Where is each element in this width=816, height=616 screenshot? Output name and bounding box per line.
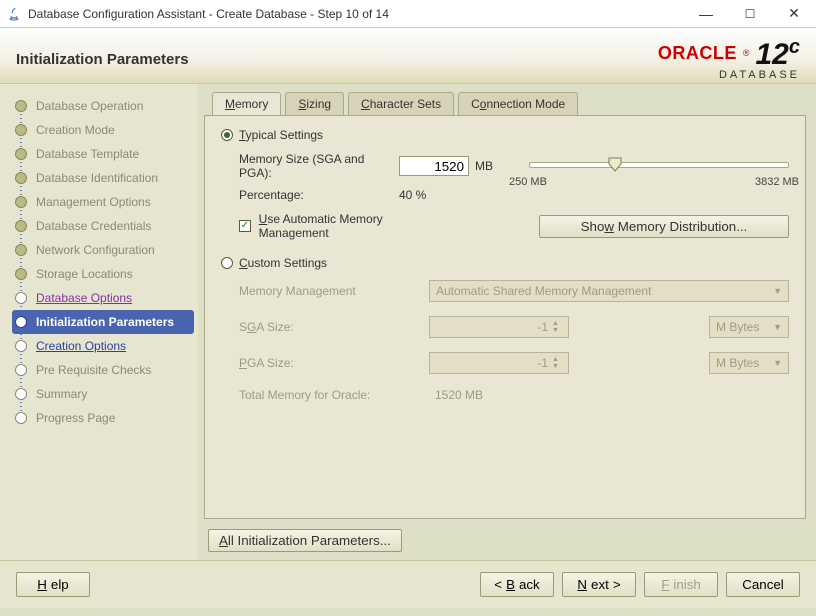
brand-reg: ® <box>743 49 750 58</box>
chevron-down-icon: ▼ <box>773 358 782 368</box>
sidebar-step: Summary <box>12 382 194 406</box>
sidebar-step: Database Template <box>12 142 194 166</box>
sidebar-step: Storage Locations <box>12 262 194 286</box>
sidebar-step: Database Operation <box>12 94 194 118</box>
sidebar-step[interactable]: Creation Options <box>12 334 194 358</box>
java-icon <box>6 6 22 22</box>
pga-size-input: -1 ▲▼ <box>429 352 569 374</box>
memory-size-unit: MB <box>475 159 493 173</box>
sidebar-step: Network Configuration <box>12 238 194 262</box>
wizard-footer: Help < Back Next > Finish Cancel <box>0 560 816 608</box>
sga-size-label: SGA Size: <box>239 320 429 334</box>
content-area: Memory Sizing Character Sets Connection … <box>198 84 816 560</box>
wizard-sidebar: Database OperationCreation ModeDatabase … <box>0 84 198 560</box>
custom-label: Custom Settings <box>239 256 327 270</box>
page-header: Initialization Parameters ORACLE ® 12c D… <box>0 28 816 84</box>
sidebar-step: Management Options <box>12 190 194 214</box>
back-button[interactable]: < Back <box>480 572 554 597</box>
chevron-down-icon: ▼ <box>773 286 782 296</box>
page-title: Initialization Parameters <box>16 51 189 68</box>
total-memory-value: 1520 MB <box>429 388 789 402</box>
sidebar-step: Creation Mode <box>12 118 194 142</box>
brand-oracle: ORACLE <box>658 44 737 63</box>
tab-connection-mode[interactable]: Connection Mode <box>458 92 578 115</box>
radio-icon <box>221 129 233 141</box>
window-title: Database Configuration Assistant - Creat… <box>28 7 389 21</box>
maximize-button[interactable]: ☐ <box>728 0 772 28</box>
use-amm-checkbox[interactable]: ✓ Use Automatic Memory Management <box>239 212 449 240</box>
brand-version: 12c <box>756 37 801 71</box>
memory-management-label: Memory Management <box>239 284 429 298</box>
sidebar-step: Database Identification <box>12 166 194 190</box>
tab-memory[interactable]: Memory <box>212 92 281 115</box>
close-button[interactable]: ✕ <box>772 0 816 28</box>
chevron-down-icon: ▼ <box>773 322 782 332</box>
sga-size-input: -1 ▲▼ <box>429 316 569 338</box>
next-button[interactable]: Next > <box>562 572 636 597</box>
pga-unit-dropdown: M Bytes▼ <box>709 352 789 374</box>
memory-slider[interactable]: 250 MB 3832 MB <box>529 152 789 198</box>
help-button[interactable]: Help <box>16 572 90 597</box>
show-memory-distribution-button[interactable]: Show Memory Distribution... <box>539 215 789 238</box>
radio-icon <box>221 257 233 269</box>
cancel-button[interactable]: Cancel <box>726 572 800 597</box>
percentage-value: 40 % <box>399 188 489 202</box>
all-initialization-parameters-button[interactable]: All Initialization Parameters... <box>208 529 402 552</box>
tab-strip: Memory Sizing Character Sets Connection … <box>204 92 806 115</box>
sidebar-step: Initialization Parameters <box>12 310 194 334</box>
sidebar-step: Database Credentials <box>12 214 194 238</box>
brand-subtitle: DATABASE <box>658 70 800 82</box>
sidebar-step: Pre Requisite Checks <box>12 358 194 382</box>
sidebar-step: Progress Page <box>12 406 194 430</box>
pga-size-label: PGA Size: <box>239 356 429 370</box>
memory-size-input[interactable] <box>399 156 469 176</box>
radio-typical-settings[interactable]: Typical Settings <box>221 128 789 142</box>
sidebar-step[interactable]: Database Options <box>12 286 194 310</box>
slider-max-label: 3832 MB <box>755 176 799 188</box>
window-titlebar: Database Configuration Assistant - Creat… <box>0 0 816 28</box>
memory-panel: Typical Settings Memory Size (SGA and PG… <box>204 115 806 519</box>
checkbox-icon: ✓ <box>239 220 251 232</box>
radio-custom-settings[interactable]: Custom Settings <box>221 256 789 270</box>
minimize-button[interactable]: — <box>684 0 728 28</box>
total-memory-label: Total Memory for Oracle: <box>239 388 429 402</box>
memory-management-dropdown: Automatic Shared Memory Management ▼ <box>429 280 789 302</box>
slider-min-label: 250 MB <box>509 176 547 188</box>
tab-character-sets[interactable]: Character Sets <box>348 92 454 115</box>
finish-button: Finish <box>644 572 718 597</box>
brand-block: ORACLE ® 12c DATABASE <box>658 37 800 82</box>
percentage-label: Percentage: <box>239 188 399 202</box>
tab-sizing[interactable]: Sizing <box>285 92 344 115</box>
slider-thumb-icon[interactable] <box>607 156 623 172</box>
sga-unit-dropdown: M Bytes▼ <box>709 316 789 338</box>
typical-label: Typical Settings <box>239 128 323 142</box>
memory-size-label: Memory Size (SGA and PGA): <box>239 152 399 180</box>
